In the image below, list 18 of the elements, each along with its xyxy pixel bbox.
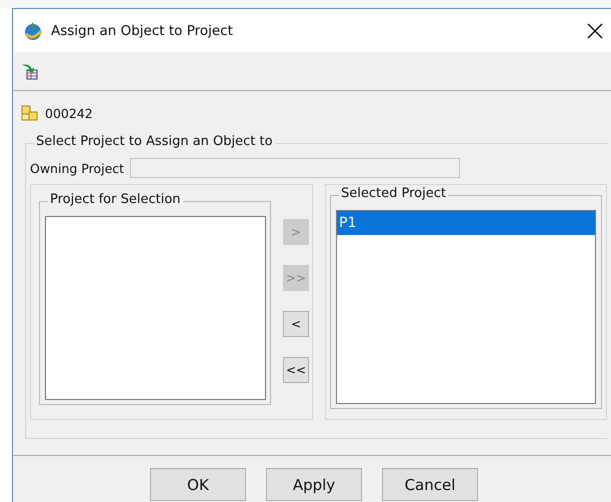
assign-arrow-icon[interactable] xyxy=(21,62,39,80)
transfer-button[interactable]: < xyxy=(283,311,309,337)
close-icon[interactable] xyxy=(587,22,603,38)
field-label: Owning Project xyxy=(30,160,124,176)
dialog-button[interactable]: Cancel xyxy=(382,468,478,501)
selected-list[interactable]: P1 xyxy=(336,210,596,404)
dialog-button[interactable]: Apply xyxy=(266,468,362,501)
group-title: Selected Project xyxy=(339,186,448,201)
app-logo-icon xyxy=(23,20,43,40)
window-title: Assign an Object to Project xyxy=(51,22,234,38)
group-title: Select Project to Assign an Object to xyxy=(34,134,275,149)
transfer-button[interactable]: << xyxy=(283,357,309,383)
object-id: 000242 xyxy=(45,106,93,120)
list-item[interactable]: P1 xyxy=(337,211,595,235)
cubes-icon xyxy=(21,104,39,122)
dialog-button[interactable]: OK xyxy=(150,468,246,501)
group-title: Project for Selection xyxy=(48,192,183,207)
owning-project-field[interactable] xyxy=(130,158,460,178)
